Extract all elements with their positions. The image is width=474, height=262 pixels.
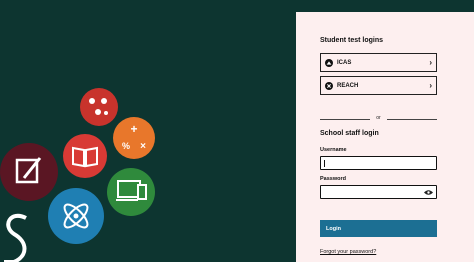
computer-icon-circle bbox=[107, 168, 155, 216]
reach-logo-icon bbox=[325, 81, 333, 90]
chevron-right-icon: › bbox=[429, 81, 432, 90]
username-field[interactable] bbox=[320, 156, 437, 175]
broadcast-icon-circle bbox=[80, 88, 118, 126]
password-label: Password bbox=[320, 176, 346, 182]
password-input[interactable] bbox=[321, 192, 436, 204]
password-field[interactable] bbox=[320, 185, 437, 204]
student-logins-heading: Student test logins bbox=[320, 37, 383, 44]
staff-login-heading: School staff login bbox=[320, 130, 379, 137]
chevron-right-icon: › bbox=[429, 58, 432, 67]
login-button[interactable]: Login bbox=[320, 220, 437, 237]
reach-login-button[interactable]: REACH › bbox=[320, 76, 437, 95]
show-password-eye-icon[interactable] bbox=[424, 189, 433, 196]
subject-icons-art: + % × bbox=[0, 88, 155, 262]
forgot-password-link[interactable]: Forgot your password? bbox=[320, 249, 376, 255]
icas-login-button[interactable]: ICAS › bbox=[320, 53, 437, 72]
svg-text:+: + bbox=[130, 122, 137, 136]
login-panel: Student test logins ICAS › REACH › or Sc… bbox=[296, 12, 474, 262]
or-divider: or bbox=[320, 115, 437, 122]
or-text: or bbox=[376, 115, 381, 121]
writing-icon-circle bbox=[0, 143, 58, 201]
username-input[interactable] bbox=[321, 163, 436, 175]
reach-label: REACH bbox=[337, 82, 359, 89]
icas-label: ICAS bbox=[337, 59, 352, 66]
icas-logo-icon bbox=[325, 58, 333, 67]
svg-text:%: % bbox=[122, 141, 130, 151]
atom-icon-circle bbox=[48, 188, 104, 244]
svg-text:×: × bbox=[140, 141, 146, 152]
text-caret bbox=[324, 160, 325, 167]
logo-fragment bbox=[4, 214, 27, 262]
maths-icon-circle: + % × bbox=[113, 117, 155, 159]
book-icon-circle bbox=[63, 134, 107, 178]
username-label: Username bbox=[320, 147, 347, 153]
